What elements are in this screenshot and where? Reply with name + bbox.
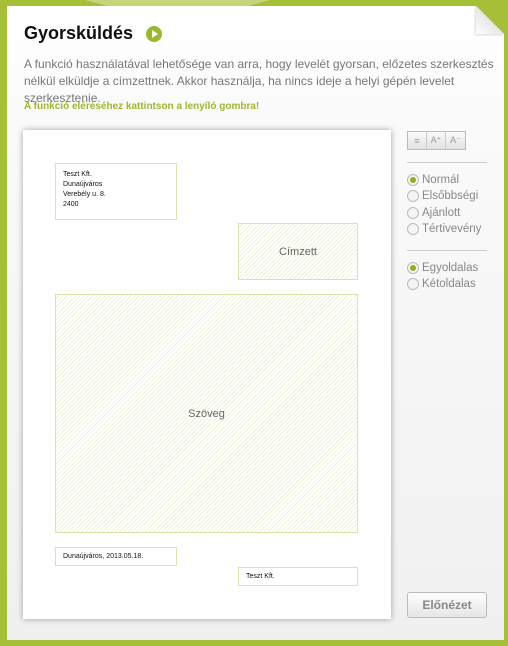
description: A funkció használatával lehetősége van a… (24, 57, 494, 105)
radio-sides[interactable]: Kétoldalas (407, 278, 476, 291)
hint-text: A funkció eléréséhez kattintson a lenyíl… (24, 101, 260, 112)
sender-zip: 2400 (63, 201, 79, 208)
font-increase-icon[interactable]: A⁺ (427, 132, 446, 149)
radio-icon[interactable] (407, 262, 419, 274)
preview-button[interactable]: Előnézet (407, 592, 487, 618)
radio-label: Ajánlott (422, 206, 461, 219)
radio-label: Egyoldalas (422, 262, 479, 274)
radio-delivery[interactable]: Normál (407, 174, 459, 186)
align-icon[interactable]: ≡ (408, 132, 427, 149)
folded-corner (476, 6, 504, 34)
font-decrease-icon[interactable]: A⁻ (446, 132, 465, 149)
letter-paper: Teszt Kft. Dunaújváros Verebély u. 8. 24… (23, 130, 391, 619)
body-box[interactable]: Szöveg (55, 294, 358, 533)
radio-delivery[interactable]: Elsőbbségi (407, 190, 479, 203)
radio-label: Normál (422, 174, 460, 186)
sender-city: Dunaújváros (63, 181, 103, 188)
date-box[interactable]: Dunaújváros, 2013.05.18. (55, 547, 177, 566)
sender-box[interactable]: Teszt Kft. Dunaújváros Verebély u. 8. 24… (55, 163, 177, 220)
radio-delivery[interactable]: Tértivevény (407, 222, 482, 235)
divider (407, 162, 487, 163)
divider (407, 250, 487, 251)
signature-box[interactable]: Teszt Kft. (238, 567, 358, 586)
radio-label: Tértivevény (422, 222, 482, 235)
sender-name: Teszt Kft. (63, 171, 92, 178)
page-title: Gyorsküldés (24, 23, 134, 43)
top-decoration (85, 0, 270, 6)
sender-street: Verebély u. 8. (63, 191, 106, 198)
format-toolbar: ≡ A⁺ A⁻ (407, 131, 466, 150)
signature-text: Teszt Kft. (246, 573, 275, 580)
radio-icon[interactable] (407, 278, 419, 291)
radio-icon[interactable] (407, 206, 419, 219)
radio-icon[interactable] (407, 190, 419, 203)
recipient-box[interactable]: Címzett (238, 223, 358, 280)
radio-delivery[interactable]: Ajánlott (407, 206, 461, 219)
date-text: Dunaújváros, 2013.05.18. (63, 553, 144, 560)
radio-icon[interactable] (407, 174, 419, 186)
recipient-label: Címzett (279, 245, 317, 258)
body-label: Szöveg (188, 407, 225, 420)
play-icon[interactable] (146, 26, 162, 42)
radio-sides[interactable]: Egyoldalas (407, 262, 478, 274)
radio-icon[interactable] (407, 222, 419, 235)
radio-label: Kétoldalas (422, 278, 476, 291)
radio-label: Elsőbbségi (422, 190, 479, 203)
